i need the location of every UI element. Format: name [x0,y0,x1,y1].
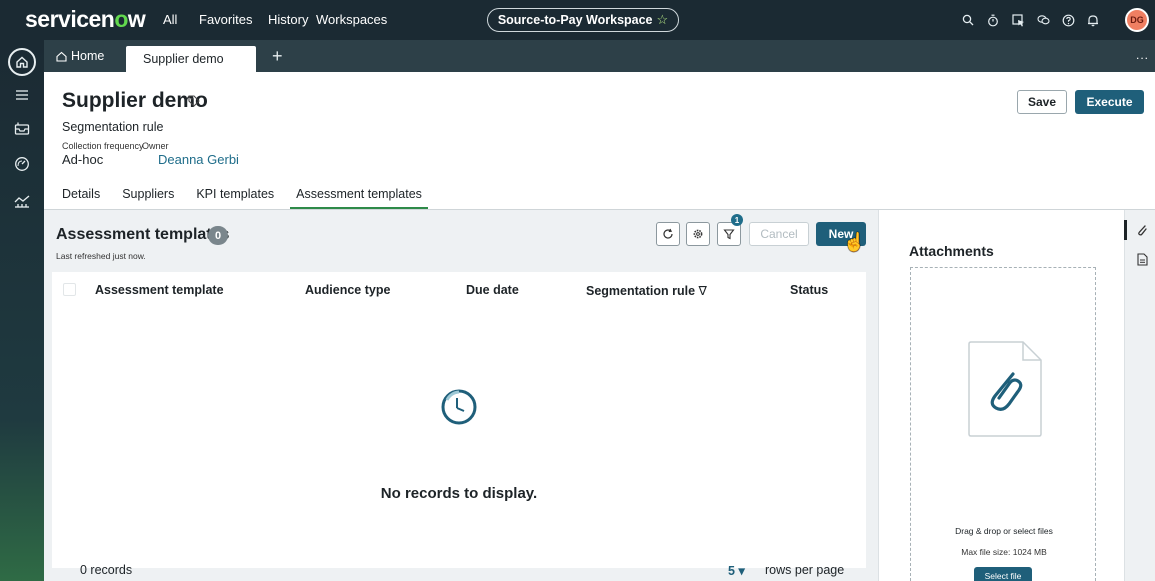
document-icon[interactable] [1135,252,1149,266]
nav-all[interactable]: All [163,12,177,27]
owner-label: Owner [142,141,169,151]
rows-per-page-select[interactable]: 5 ▾ [728,563,745,578]
active-indicator [1124,220,1127,240]
drag-drop-text: Drag & drop or select files [955,526,1053,536]
attachments-panel: Attachments Drag & drop or select files … [878,210,1124,581]
select-all-checkbox[interactable] [63,283,76,296]
chevron-down-icon: ▾ [738,564,745,578]
cancel-button[interactable]: Cancel [749,222,809,246]
refresh-button[interactable] [656,222,680,246]
record-subtitle: Segmentation rule [62,120,164,134]
tab-home[interactable]: Home [44,40,126,72]
table-body [52,308,866,568]
nav-history[interactable]: History [268,12,308,27]
list-title: Assessment templates [56,226,230,243]
empty-state-message: No records to display. [380,485,538,502]
tab-details[interactable]: Details [56,187,106,210]
collection-frequency-label: Collection frequency [62,141,144,151]
execute-button[interactable]: Execute [1075,90,1144,114]
notification-bell-icon[interactable] [1085,12,1101,28]
settings-button[interactable] [686,222,710,246]
top-navigation: servicenow All Favorites History Workspa… [0,0,1155,40]
col-status[interactable]: Status [790,283,828,297]
page-title: Supplier demo [62,89,208,112]
attachment-paperclip-icon[interactable] [1135,223,1149,237]
tab-supplier-demo[interactable]: Supplier demo [126,46,256,72]
col-audience-type[interactable]: Audience type [305,283,390,297]
count-badge: 0 [208,226,228,245]
refresh-icon [663,228,673,239]
filter-icon [723,229,735,240]
assessment-templates-list: Assessment templates 0 Last refreshed ju… [44,210,878,581]
select-file-button[interactable]: Select file [974,567,1032,581]
pointer-select-icon[interactable] [1010,12,1026,28]
tab-kpi-templates[interactable]: KPI templates [190,187,280,210]
workspace-name: Source-to-Pay Workspace [497,13,653,27]
gear-icon [693,229,703,239]
max-file-size-text: Max file size: 1024 MB [961,547,1047,557]
hand-cursor-icon: ☝ [843,232,866,252]
home-icon[interactable] [8,48,36,76]
records-count: 0 records [80,563,133,577]
filter-count-badge: 1 [731,214,743,226]
chat-icon[interactable] [1035,12,1051,28]
last-refreshed-text: Last refreshed just now. [56,251,146,261]
list-icon[interactable] [11,84,33,106]
paperclip-document-icon [968,341,1042,437]
tab-suppliers[interactable]: Suppliers [116,187,180,210]
add-tab-button[interactable]: + [272,46,283,67]
help-icon[interactable] [1060,12,1076,28]
user-avatar[interactable]: DG [1125,8,1149,32]
left-rail [0,40,44,581]
servicenow-logo[interactable]: servicenow [25,6,146,33]
clock-empty-state-icon [441,389,477,425]
workspace-pill[interactable]: Source-to-Pay Workspace ☆ [487,8,679,32]
col-segmentation-rule[interactable]: Segmentation rule ∇ [586,283,707,298]
side-panel-rail [1124,210,1155,581]
analytics-chart-icon[interactable] [11,190,33,212]
column-filter-icon: ∇ [698,284,707,298]
rows-per-page-label: rows per page [765,563,845,577]
attachments-title: Attachments [909,243,994,259]
record-tabs: Details Suppliers KPI templates Assessme… [56,187,438,210]
record-header: Supplier demo Segmentation rule Collecti… [44,72,1155,210]
tab-home-label: Home [71,49,105,63]
timer-icon[interactable] [985,12,1001,28]
tag-icon[interactable] [188,95,200,110]
more-options-icon[interactable]: ... [1136,48,1149,62]
col-assessment-template[interactable]: Assessment template [95,283,224,297]
home-small-icon [56,51,67,62]
dashboard-gauge-icon[interactable] [11,153,33,175]
nav-workspaces[interactable]: Workspaces [316,12,387,27]
collection-frequency-value: Ad-hoc [62,152,104,167]
save-button[interactable]: Save [1017,90,1067,114]
favorite-star-icon[interactable]: ☆ [657,12,669,28]
file-dropzone[interactable]: Drag & drop or select files Max file siz… [910,267,1096,581]
tab-assessment-templates[interactable]: Assessment templates [290,187,428,210]
owner-link[interactable]: Deanna Gerbi [158,152,239,167]
app-window: servicenow All Favorites History Workspa… [0,0,1155,581]
nav-favorites[interactable]: Favorites [199,12,252,27]
col-due-date[interactable]: Due date [466,283,519,297]
search-icon[interactable] [960,12,976,28]
table-header: Assessment template Audience type Due da… [52,272,866,308]
inbox-icon[interactable] [11,117,33,139]
workspace-tab-strip: Home Supplier demo + ... [44,40,1155,72]
